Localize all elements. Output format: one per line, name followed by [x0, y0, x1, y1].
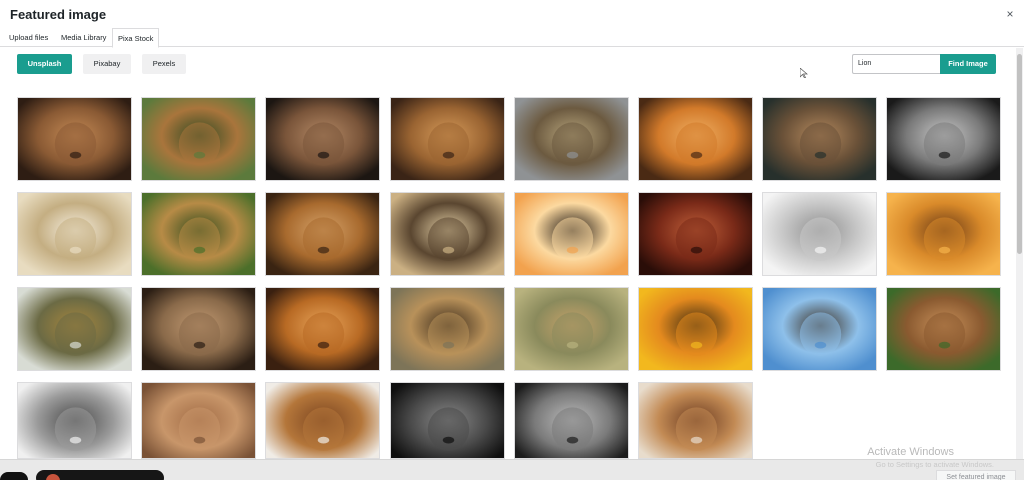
lion-photo — [639, 193, 752, 275]
lion-photo — [514, 193, 628, 275]
image-thumbnail[interactable] — [17, 192, 132, 276]
lion-photo — [514, 288, 628, 370]
lion-photo — [18, 193, 131, 275]
image-thumbnail[interactable] — [389, 382, 505, 459]
lion-photo — [142, 288, 256, 370]
image-thumbnail[interactable] — [886, 287, 1002, 371]
image-thumbnail[interactable] — [265, 97, 381, 181]
image-thumbnail[interactable] — [389, 97, 505, 181]
lion-photo — [887, 288, 1001, 370]
lion-photo — [514, 383, 628, 458]
pexels-button[interactable]: Pexels — [142, 54, 186, 74]
lion-photo — [266, 383, 380, 458]
lion-photo — [390, 193, 504, 275]
image-thumbnail[interactable] — [513, 287, 629, 371]
lion-photo — [142, 98, 256, 180]
modal-title: Featured image — [10, 7, 107, 22]
image-thumbnail[interactable] — [762, 192, 878, 276]
scrollbar-thumb[interactable] — [1017, 54, 1022, 254]
unsplash-button[interactable]: Unsplash — [17, 54, 72, 74]
lion-photo — [639, 288, 752, 370]
image-thumbnail[interactable] — [886, 192, 1002, 276]
image-thumbnail[interactable] — [141, 97, 257, 181]
image-thumbnail[interactable] — [389, 287, 505, 371]
lion-photo — [763, 193, 877, 275]
lion-photo — [887, 98, 1001, 180]
lion-photo — [887, 193, 1001, 275]
set-featured-image-button[interactable]: Set featured image — [936, 470, 1016, 480]
image-thumbnail[interactable] — [17, 97, 132, 181]
lion-photo — [266, 193, 380, 275]
tab-upload-files[interactable]: Upload files — [4, 28, 53, 47]
lion-photo — [390, 98, 504, 180]
lion-photo — [266, 98, 380, 180]
image-thumbnail[interactable] — [141, 382, 257, 459]
image-thumbnail[interactable] — [17, 382, 132, 459]
lion-photo — [514, 98, 628, 180]
lion-photo — [18, 98, 131, 180]
image-thumbnail[interactable] — [141, 287, 257, 371]
image-thumbnail[interactable] — [265, 192, 381, 276]
activate-windows-subtitle: Go to Settings to activate Windows. — [875, 460, 994, 469]
lion-photo — [390, 288, 504, 370]
lion-photo — [18, 288, 131, 370]
image-thumbnail[interactable] — [265, 287, 381, 371]
lion-photo — [142, 193, 256, 275]
image-thumbnail[interactable] — [762, 97, 878, 181]
image-thumbnail[interactable] — [513, 97, 629, 181]
scrollbar[interactable] — [1016, 48, 1023, 460]
lion-photo — [639, 383, 752, 458]
search-input[interactable]: Lion — [852, 54, 940, 74]
tab-pixa-stock[interactable]: Pixa Stock — [112, 28, 160, 48]
taskbar-pill — [0, 472, 28, 480]
lion-photo — [763, 288, 877, 370]
pixabay-button[interactable]: Pixabay — [83, 54, 131, 74]
lion-photo — [390, 383, 504, 458]
image-thumbnail[interactable] — [886, 97, 1002, 181]
modal-header: Featured image × — [0, 0, 1024, 28]
image-thumbnail[interactable] — [389, 192, 505, 276]
image-thumbnail[interactable] — [265, 382, 381, 459]
tab-bar: Upload files Media Library Pixa Stock — [0, 28, 1024, 48]
mouse-cursor-icon — [800, 68, 808, 78]
lion-photo — [639, 98, 752, 180]
close-icon[interactable]: × — [1004, 8, 1016, 20]
image-thumbnail[interactable] — [638, 97, 753, 181]
image-thumbnail[interactable] — [17, 287, 132, 371]
image-thumbnail[interactable] — [762, 287, 878, 371]
lion-photo — [18, 383, 131, 458]
lion-photo — [763, 98, 877, 180]
tab-media-library[interactable]: Media Library — [56, 28, 111, 47]
image-thumbnail[interactable] — [141, 192, 257, 276]
lion-photo — [266, 288, 380, 370]
image-thumbnail[interactable] — [513, 192, 629, 276]
image-thumbnail[interactable] — [513, 382, 629, 459]
activate-windows-title: Activate Windows — [867, 446, 954, 458]
image-thumbnail[interactable] — [638, 382, 753, 459]
lion-photo — [142, 383, 256, 458]
image-thumbnail[interactable] — [638, 192, 753, 276]
find-image-button[interactable]: Find Image — [940, 54, 996, 74]
image-thumbnail[interactable] — [638, 287, 753, 371]
